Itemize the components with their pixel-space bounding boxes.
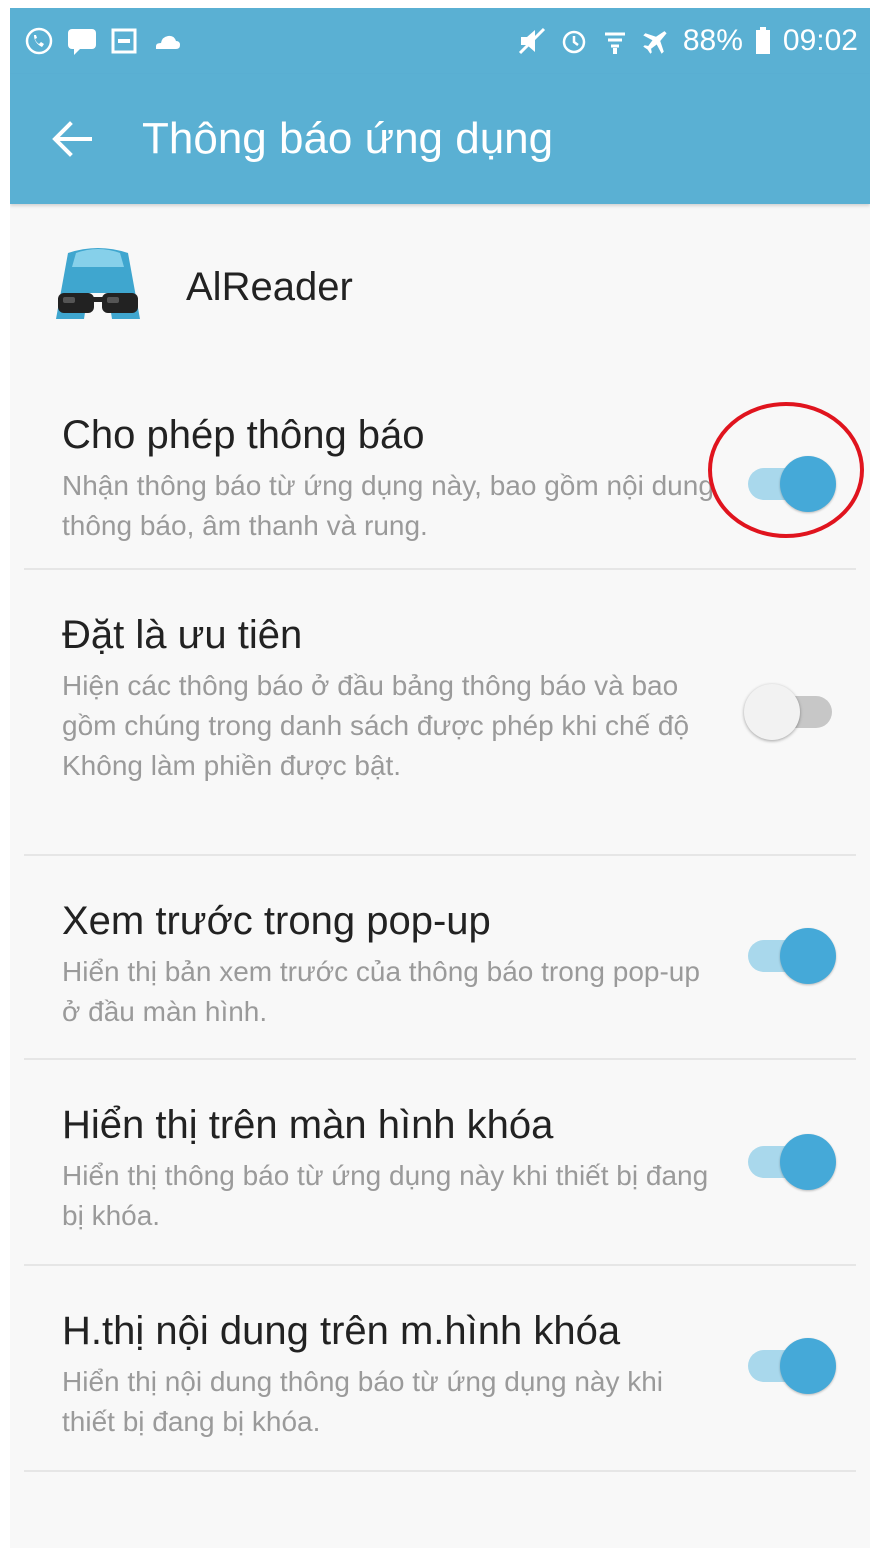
toggle-thumb: [744, 684, 800, 740]
setting-allow-notifications[interactable]: Cho phép thông báo Nhận thông báo từ ứng…: [24, 370, 856, 570]
setting-title: Cho phép thông báo: [62, 413, 425, 457]
battery-icon: [755, 27, 771, 55]
setting-title: Đặt là ưu tiên: [62, 613, 303, 657]
setting-title: Xem trước trong pop-up: [62, 899, 491, 943]
status-bar: 88% 09:02: [10, 8, 870, 74]
toggle-thumb: [780, 1134, 836, 1190]
gallery-icon: [110, 27, 138, 55]
show-on-lockscreen-toggle[interactable]: [744, 1132, 836, 1192]
app-header: AlReader: [10, 204, 870, 370]
toggle-thumb: [780, 928, 836, 984]
setting-show-on-lockscreen[interactable]: Hiển thị trên màn hình khóa Hiển thị thô…: [24, 1060, 856, 1266]
setting-content-on-lockscreen[interactable]: H.thị nội dung trên m.hình khóa Hiển thị…: [24, 1266, 856, 1472]
popup-preview-toggle[interactable]: [744, 926, 836, 986]
setting-description: Hiển thị nội dung thông báo từ ứng dụng …: [62, 1366, 664, 1437]
setting-popup-preview[interactable]: Xem trước trong pop-up Hiển thị bản xem …: [24, 856, 856, 1060]
alreader-icon: [56, 248, 140, 319]
setting-title: Hiển thị trên màn hình khóa: [62, 1103, 554, 1147]
app-name: AlReader: [186, 264, 353, 309]
back-button[interactable]: [44, 111, 100, 167]
phone-screen: 88% 09:02 Thông báo ứng dụng AlReader Ch…: [10, 8, 870, 1548]
allow-notifications-toggle[interactable]: [744, 454, 836, 514]
setting-title: H.thị nội dung trên m.hình khóa: [62, 1309, 621, 1353]
content-on-lockscreen-toggle[interactable]: [744, 1336, 836, 1396]
phone-icon: [24, 26, 54, 56]
toggle-thumb: [780, 1338, 836, 1394]
back-arrow-icon: [52, 121, 92, 157]
set-priority-toggle[interactable]: [744, 682, 836, 742]
airplane-icon: [641, 26, 671, 56]
battery-percent: 88%: [682, 24, 743, 57]
signal-icon: [601, 26, 629, 56]
alarm-icon: [559, 26, 589, 56]
app-bar: Thông báo ứng dụng: [10, 74, 870, 204]
setting-description: Hiện các thông báo ở đầu bảng thông báo …: [62, 670, 690, 781]
toggle-thumb: [780, 456, 836, 512]
clock: 09:02: [782, 24, 858, 57]
setting-description: Nhận thông báo từ ứng dụng này, bao gồm …: [62, 470, 714, 541]
setting-description: Hiển thị thông báo từ ứng dụng này khi t…: [62, 1160, 709, 1231]
page-title: Thông báo ứng dụng: [142, 114, 554, 163]
mute-icon: [517, 26, 547, 56]
setting-description: Hiển thị bản xem trước của thông báo tro…: [62, 956, 700, 1027]
cloud-icon: [150, 27, 182, 55]
setting-set-priority[interactable]: Đặt là ưu tiên Hiện các thông báo ở đầu …: [24, 570, 856, 856]
chat-icon: [66, 26, 98, 56]
